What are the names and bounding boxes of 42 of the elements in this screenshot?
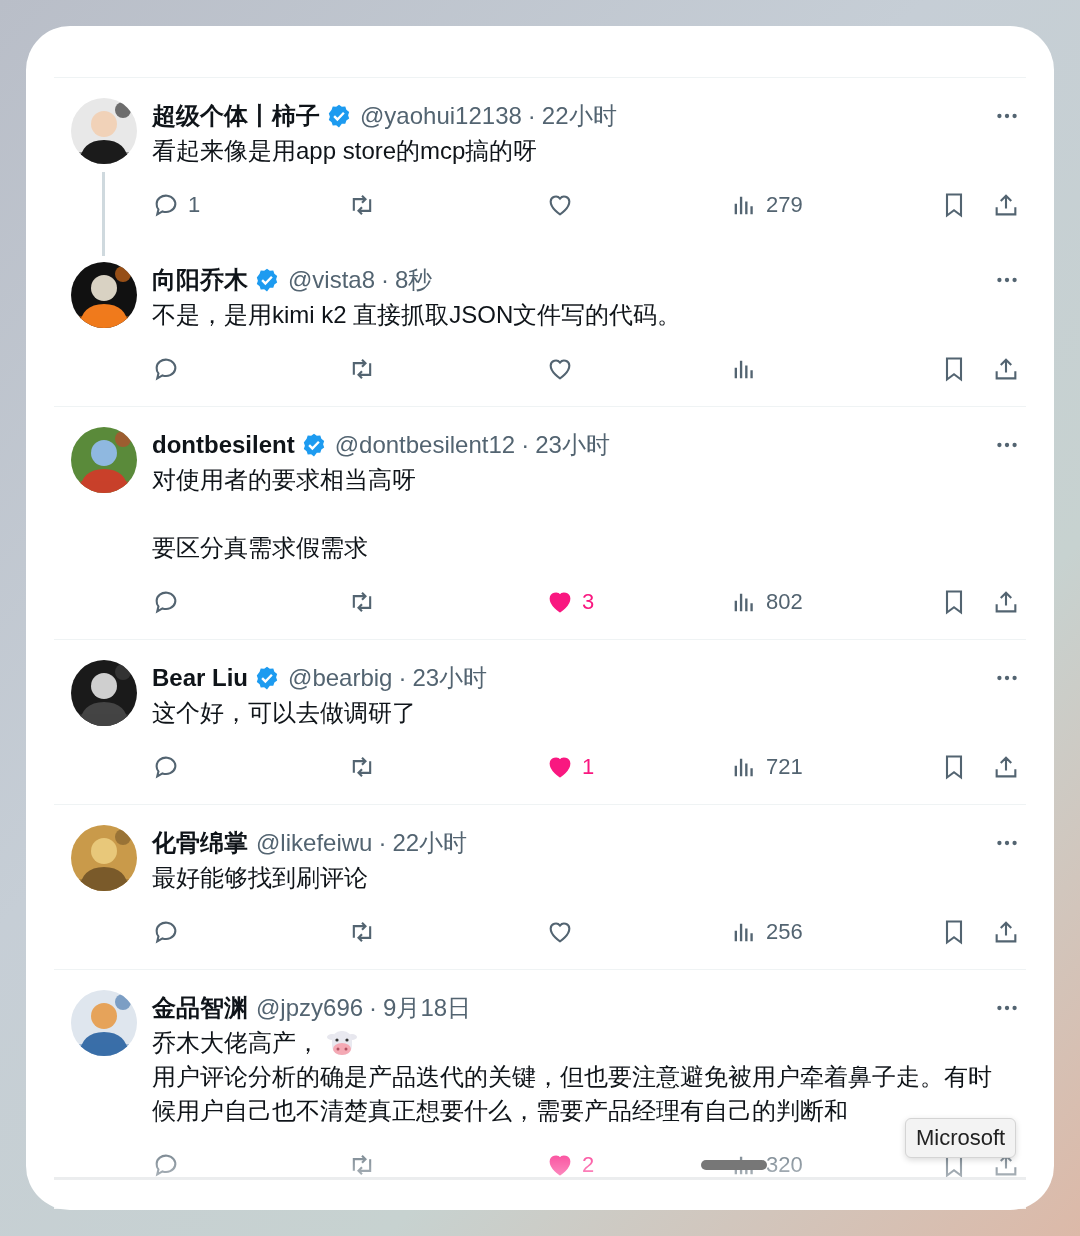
post-text: 不是，是用kimi k2 直接抓取JSON文件写的代码。 [152,300,682,330]
post-time[interactable]: 9月18日 [383,992,472,1024]
like-count: 1 [582,754,595,780]
post-time[interactable]: 22小时 [541,100,617,132]
separator-dot: · [398,664,407,692]
view-count: 256 [766,919,803,945]
post-time[interactable]: 23小时 [412,662,488,694]
author-handle[interactable]: @vista8 [288,266,376,294]
view-count: 279 [766,192,803,218]
post-time[interactable]: 22小时 [392,827,468,859]
like-count: 2 [582,1152,595,1177]
view-count: 802 [766,589,803,615]
post-text: 这个好，可以去做调研了 [152,698,416,728]
tooltip: Microsoft [905,1118,1017,1158]
author-name[interactable]: 超级个体丨柿子 [152,100,320,132]
post-text: 看起来像是用app store的mcp搞的呀 [152,136,538,166]
post-text: 乔木大佬高产， [152,1028,320,1058]
author-handle[interactable]: @likefeiwu [256,829,373,857]
author-name[interactable]: dontbesilent [152,431,295,459]
author-handle[interactable]: @yaohui12138 [360,102,522,130]
separator-dot: · [521,431,530,459]
post-text: 对使用者的要求相当高呀 [152,465,416,495]
author-handle[interactable]: @dontbesilent12 [334,431,516,459]
view-count: 721 [766,754,803,780]
view-count: 320 [766,1152,803,1177]
separator-dot: · [378,829,387,857]
post-text: 最好能够找到刷评论 [152,863,368,893]
author-name[interactable]: 化骨绵掌 [152,827,248,859]
separator-dot: · [369,994,378,1022]
author-name[interactable]: 向阳乔木 [152,264,248,296]
reply-count: 1 [188,192,201,218]
post-time[interactable]: 8秒 [395,264,433,296]
post-time[interactable]: 23小时 [535,429,610,461]
author-name[interactable]: 金品智渊 [152,992,248,1024]
like-count: 3 [582,589,595,615]
author-name[interactable]: Bear Liu [152,664,249,692]
author-handle[interactable]: @jpzy696 [256,994,364,1022]
separator-dot: · [381,266,390,294]
separator-dot: · [527,102,536,130]
scroll-indicator[interactable] [701,1160,767,1170]
post-text: 要区分真需求假需求 [152,533,368,563]
author-handle[interactable]: @bearbig [288,664,393,692]
